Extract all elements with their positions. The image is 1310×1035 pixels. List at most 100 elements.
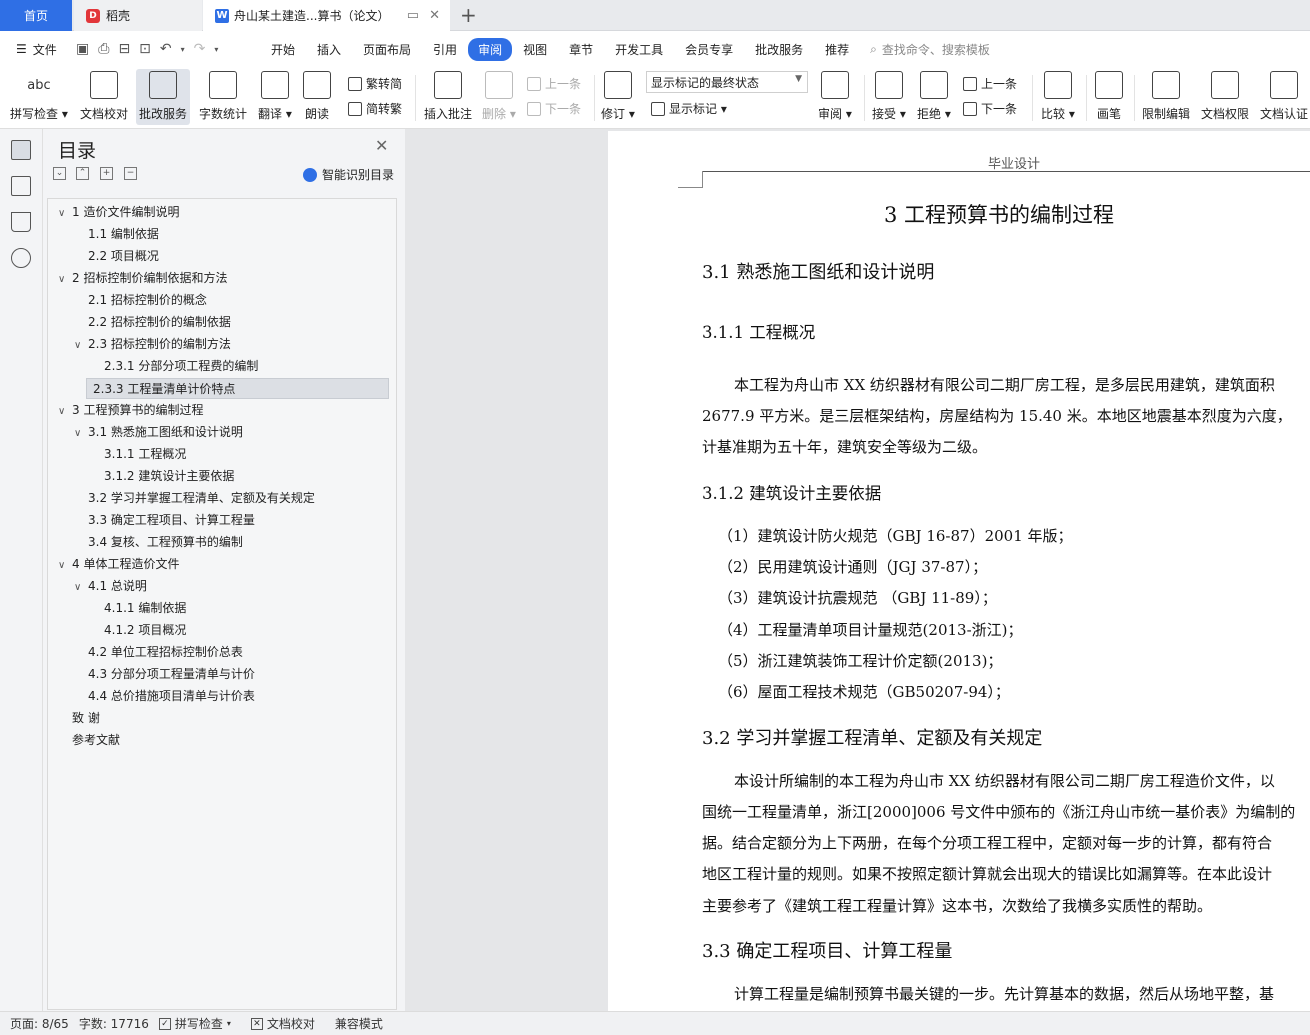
word-count-button[interactable]: 字数统计: [199, 69, 247, 122]
outline-item[interactable]: 4.4 总价措施项目清单与计价表: [74, 686, 255, 707]
outline-item[interactable]: ∨ 4 单体工程造价文件: [58, 554, 179, 575]
chevron-down-icon[interactable]: ∨: [58, 203, 72, 224]
pen-button[interactable]: 画笔: [1095, 69, 1123, 122]
outline-item[interactable]: ∨ 3 工程预算书的编制过程: [58, 400, 203, 421]
chevron-down-icon[interactable]: ∨: [58, 401, 72, 422]
command-search[interactable]: ⌕ 查找命令、搜索模板: [870, 41, 990, 58]
next-change-button[interactable]: 下一条: [963, 100, 1017, 117]
reject-button[interactable]: 拒绝 ▾: [917, 69, 951, 122]
outline-item[interactable]: 2.2 招标控制价的编制依据: [74, 312, 231, 333]
close-icon[interactable]: ✕: [375, 136, 388, 155]
smart-toc-button[interactable]: 智能识别目录: [303, 166, 394, 183]
menu-references[interactable]: 引用: [422, 41, 468, 58]
outline-item[interactable]: 3.4 复核、工程预算书的编制: [74, 532, 243, 553]
undo-dropdown-icon[interactable]: ▾: [181, 45, 185, 54]
outline-item[interactable]: ∨ 2.3 招标控制价的编制方法: [74, 334, 231, 355]
menu-insert[interactable]: 插入: [306, 41, 352, 58]
outline-item[interactable]: 参考文献: [58, 730, 120, 751]
menu-section[interactable]: 章节: [558, 41, 604, 58]
chevron-down-icon[interactable]: ∨: [74, 335, 88, 356]
accept-button[interactable]: 接受 ▾: [872, 69, 906, 122]
menu-review[interactable]: 审阅: [468, 37, 513, 61]
tab-document[interactable]: W 舟山某土建造...算书（论文） ▭ ✕: [203, 0, 450, 31]
outline-panel-icon[interactable]: [11, 140, 31, 160]
restrict-edit-button[interactable]: 限制编辑: [1142, 69, 1190, 122]
word-count-indicator[interactable]: 字数: 17716: [79, 1015, 159, 1032]
prev-change-button[interactable]: 上一条: [963, 75, 1017, 92]
doc-proof-button[interactable]: 文档校对: [80, 69, 128, 122]
remove-heading-icon[interactable]: −: [124, 167, 137, 180]
outline-item[interactable]: ∨ 4.1 总说明: [74, 576, 147, 597]
chevron-down-icon[interactable]: ∨: [74, 577, 88, 598]
pin-window-icon[interactable]: ▭: [407, 8, 419, 23]
collapse-all-icon[interactable]: ⌄: [53, 167, 66, 180]
outline-item[interactable]: 4.1.1 编制依据: [90, 598, 186, 619]
doc-certify-button[interactable]: 文档认证: [1260, 69, 1308, 122]
next-comment-button[interactable]: 下一条: [527, 100, 581, 117]
close-tab-icon[interactable]: ✕: [429, 8, 440, 23]
markup-state-select[interactable]: 显示标记的最终状态 ▼: [646, 71, 808, 93]
outline-item[interactable]: 3.3 确定工程项目、计算工程量: [74, 510, 255, 531]
outline-item[interactable]: 2.3.3 工程量清单计价特点: [86, 378, 389, 399]
prev-comment-button[interactable]: 上一条: [527, 75, 581, 92]
outline-item[interactable]: 4.2 单位工程招标控制价总表: [74, 642, 243, 663]
outline-item[interactable]: 4.3 分部分项工程量清单与计价: [74, 664, 255, 685]
file-menu[interactable]: ☰ 文件: [0, 41, 70, 58]
menu-view[interactable]: 视图: [512, 41, 558, 58]
menu-review-service[interactable]: 批改服务: [744, 41, 814, 58]
redo-icon[interactable]: ↷: [194, 41, 206, 57]
tab-home[interactable]: 首页: [0, 0, 72, 31]
read-aloud-button[interactable]: 朗读: [303, 69, 331, 122]
delete-comment-button[interactable]: 删除 ▾: [482, 69, 516, 122]
compare-button[interactable]: 比较 ▾: [1041, 69, 1075, 122]
doc-permission-button[interactable]: 文档权限: [1201, 69, 1249, 122]
chapter-nav-icon[interactable]: [11, 176, 31, 196]
menu-page-layout[interactable]: 页面布局: [352, 41, 422, 58]
outline-item[interactable]: 2.2 项目概况: [74, 246, 159, 267]
review-service-button[interactable]: 批改服务: [136, 69, 191, 125]
review-pane-button[interactable]: 审阅 ▾: [818, 69, 852, 122]
simp-to-trad-button[interactable]: 简转繁: [348, 100, 402, 117]
chevron-down-icon[interactable]: ∨: [74, 423, 88, 444]
insert-comment-button[interactable]: 插入批注: [424, 69, 472, 122]
insert-comment-icon: [434, 71, 462, 99]
translate-button[interactable]: 翻译 ▾: [258, 69, 292, 122]
spellcheck-button[interactable]: abc 拼写检查 ▾: [10, 69, 68, 122]
bookmark-icon[interactable]: [11, 212, 31, 232]
menu-developer[interactable]: 开发工具: [604, 41, 674, 58]
menu-member[interactable]: 会员专享: [674, 41, 744, 58]
menu-start[interactable]: 开始: [260, 41, 306, 58]
new-tab-icon[interactable]: +: [460, 3, 477, 27]
menu-recommend[interactable]: 推荐: [814, 41, 860, 58]
track-changes-button[interactable]: 修订 ▾: [601, 69, 635, 122]
print-icon[interactable]: ⊟: [118, 41, 130, 57]
export-pdf-icon[interactable]: ⎙: [98, 41, 109, 57]
trad-to-simp-button[interactable]: 繁转简: [348, 75, 402, 92]
outline-item[interactable]: 致 谢: [58, 708, 100, 729]
search-icon[interactable]: [11, 248, 31, 268]
document-page[interactable]: 毕业设计 3 工程预算书的编制过程 3.1 熟悉施工图纸和设计说明 3.1.1 …: [608, 131, 1310, 1011]
chevron-down-icon[interactable]: ∨: [58, 555, 72, 576]
outline-item[interactable]: ∨ 3.1 熟悉施工图纸和设计说明: [74, 422, 243, 443]
chevron-down-icon[interactable]: ∨: [58, 269, 72, 290]
outline-item[interactable]: 3.2 学习并掌握工程清单、定额及有关规定: [74, 488, 315, 509]
tab-daoke[interactable]: D 稻壳: [74, 0, 202, 31]
outline-item[interactable]: 3.1.2 建筑设计主要依据: [90, 466, 234, 487]
add-heading-icon[interactable]: +: [100, 167, 113, 180]
undo-icon[interactable]: ↶: [160, 41, 172, 57]
outline-item[interactable]: 2.1 招标控制价的概念: [74, 290, 207, 311]
status-doc-proof[interactable]: ✕ 文档校对: [241, 1015, 325, 1032]
show-markup-button[interactable]: 显示标记 ▾: [651, 100, 727, 117]
outline-item[interactable]: ∨ 2 招标控制价编制依据和方法: [58, 268, 227, 289]
print-preview-icon[interactable]: ⊡: [139, 41, 151, 57]
quick-access-dropdown-icon[interactable]: ▾: [214, 45, 218, 54]
outline-item[interactable]: 3.1.1 工程概况: [90, 444, 186, 465]
save-icon[interactable]: ▣: [76, 41, 89, 57]
outline-item[interactable]: ∨ 1 造价文件编制说明: [58, 202, 179, 223]
expand-up-icon[interactable]: ⌃: [76, 167, 89, 180]
outline-item[interactable]: 2.3.1 分部分项工程费的编制: [90, 356, 258, 377]
outline-item[interactable]: 4.1.2 项目概况: [90, 620, 186, 641]
outline-item[interactable]: 1.1 编制依据: [74, 224, 159, 245]
status-spellcheck[interactable]: ✓ 拼写检查 ▾: [158, 1015, 241, 1032]
page-indicator[interactable]: 页面: 8/65: [0, 1015, 79, 1032]
